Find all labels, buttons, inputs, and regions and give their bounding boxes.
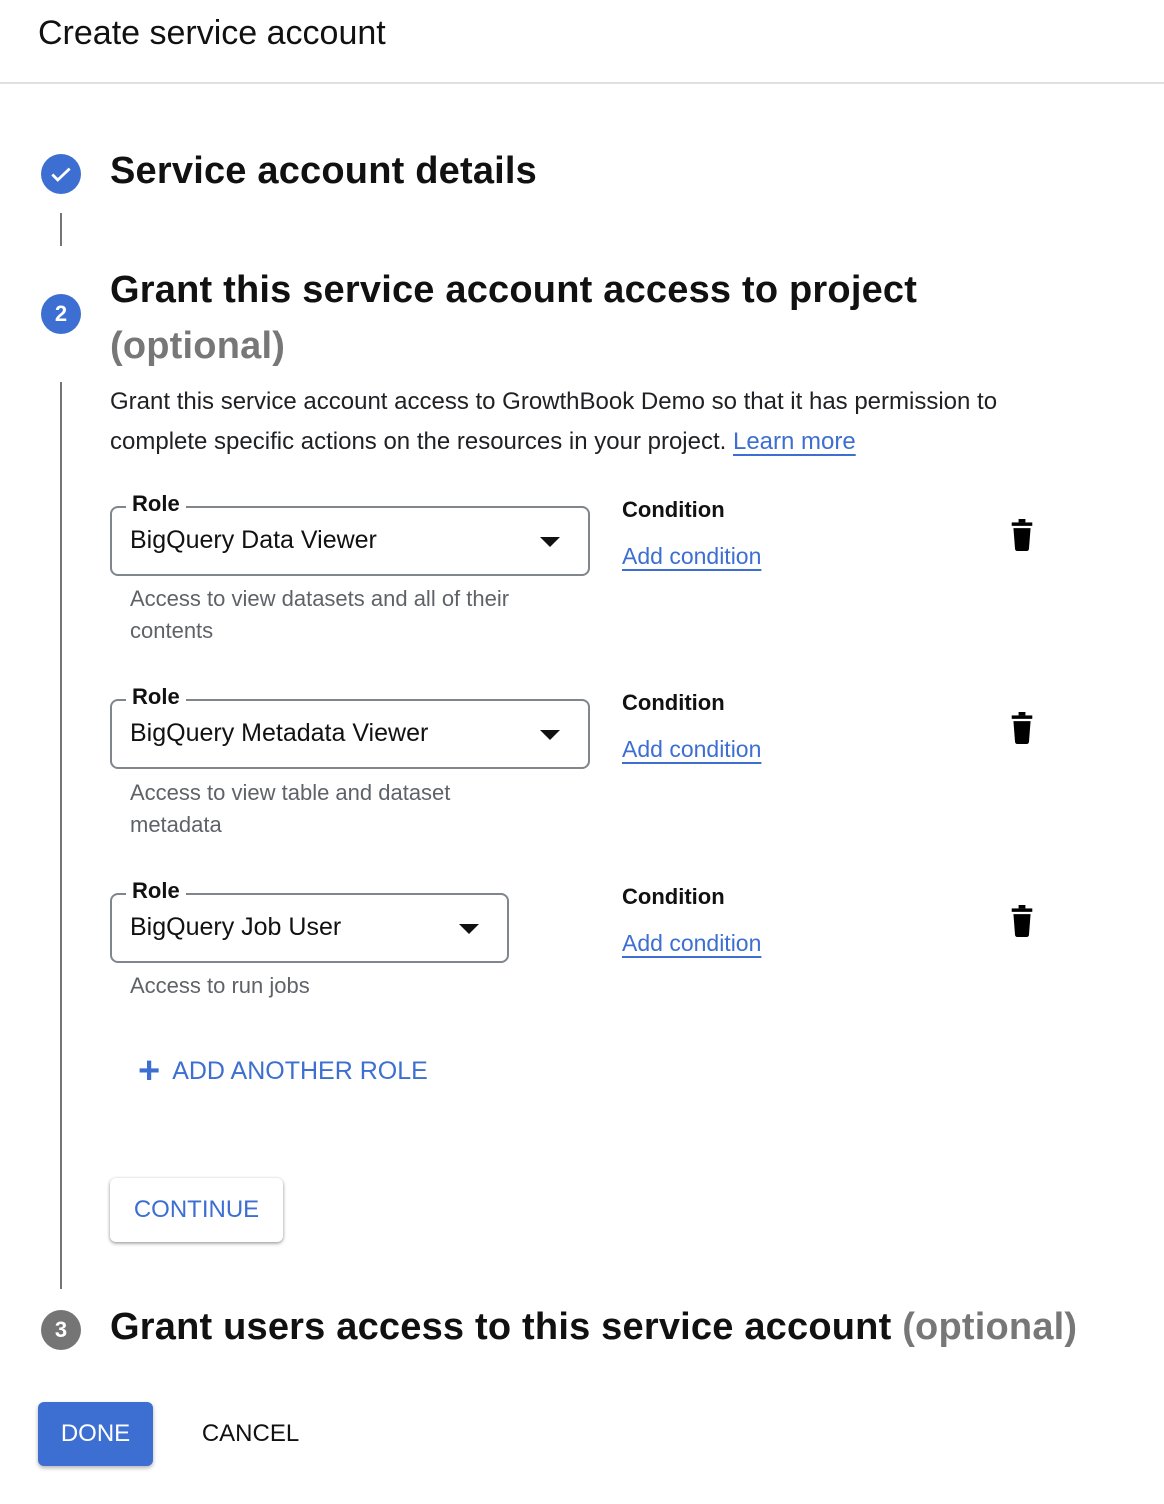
step-3-optional: (optional) xyxy=(902,1306,1078,1348)
step-2-optional: (optional) xyxy=(110,325,286,367)
role-help-text: Access to view table and dataset metadat… xyxy=(130,780,451,837)
dropdown-arrow-icon xyxy=(540,537,560,547)
condition-label: Condition xyxy=(622,690,725,715)
condition-label: Condition xyxy=(622,497,725,522)
step-3-number: 3 xyxy=(54,1317,68,1342)
role-label: Role xyxy=(126,878,186,904)
step-3-number-badge: 3 xyxy=(41,1310,81,1350)
role-value: BigQuery Metadata Viewer xyxy=(130,719,429,747)
condition-label: Condition xyxy=(622,884,725,909)
role-select-2[interactable]: Role BigQuery Metadata Viewer xyxy=(110,684,590,769)
add-another-role-label: ADD ANOTHER ROLE xyxy=(172,1056,428,1085)
done-button[interactable]: DONE xyxy=(38,1402,153,1466)
step-1-title[interactable]: Service account details xyxy=(110,150,537,193)
dropdown-arrow-icon xyxy=(459,924,479,934)
description-text: Grant this service account access to Gro… xyxy=(110,388,998,455)
add-condition-link[interactable]: Add condition xyxy=(622,543,761,570)
delete-role-icon[interactable] xyxy=(1008,905,1036,937)
page-title: Create service account xyxy=(38,14,386,52)
add-condition-link[interactable]: Add condition xyxy=(622,930,761,957)
role-select-1[interactable]: Role BigQuery Data Viewer xyxy=(110,491,590,576)
role-value: BigQuery Job User xyxy=(130,913,342,941)
step-2-description: Grant this service account access to Gro… xyxy=(110,382,1070,462)
step-2-number: 2 xyxy=(54,301,68,326)
step-3-title[interactable]: Grant users access to this service accou… xyxy=(110,1306,1077,1349)
delete-role-icon[interactable] xyxy=(1008,712,1036,744)
cancel-button[interactable]: CANCEL xyxy=(178,1402,323,1466)
delete-role-icon[interactable] xyxy=(1008,519,1036,551)
dialog-header: Create service account xyxy=(0,0,1164,84)
role-help-text: Access to run jobs xyxy=(130,973,310,998)
learn-more-link[interactable]: Learn more xyxy=(733,428,856,455)
role-value: BigQuery Data Viewer xyxy=(130,526,377,554)
step-2-number-badge: 2 xyxy=(41,294,81,334)
role-label: Role xyxy=(126,491,186,517)
role-select-3[interactable]: Role BigQuery Job User xyxy=(110,878,509,963)
role-label: Role xyxy=(126,684,186,710)
step-2-title-text: Grant this service account access to pro… xyxy=(110,269,918,311)
step-connector xyxy=(60,213,62,246)
add-another-role-button[interactable]: + ADD ANOTHER ROLE xyxy=(138,1050,428,1092)
add-condition-link[interactable]: Add condition xyxy=(622,736,761,763)
dropdown-arrow-icon xyxy=(540,730,560,740)
step-3-title-text: Grant users access to this service accou… xyxy=(110,1306,892,1348)
role-help-text: Access to view datasets and all of their… xyxy=(130,586,510,643)
step-2-connector xyxy=(60,382,62,1289)
step-2-title: Grant this service account access to pro… xyxy=(110,262,1010,374)
plus-icon: + xyxy=(138,1050,161,1092)
step-1-title-text: Service account details xyxy=(110,150,538,192)
continue-button[interactable]: CONTINUE xyxy=(110,1178,283,1242)
check-circle-icon xyxy=(41,154,81,194)
